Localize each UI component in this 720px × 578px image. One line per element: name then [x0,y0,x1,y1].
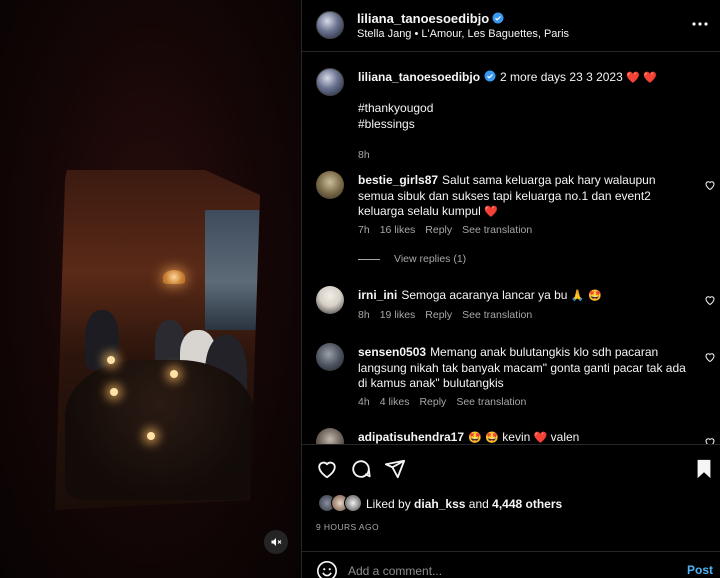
dining-table [65,360,255,500]
reply-button[interactable]: Reply [425,224,452,236]
comment-body: kevin [502,430,531,444]
candle [107,356,115,364]
comment-username[interactable]: adipatisuhendra17 [358,430,464,444]
comment-username[interactable]: bestie_girls87 [358,173,438,187]
comment-text: irni_ini Semoga acaranya lancar ya bu 🙏 🤩 [358,288,693,304]
view-replies-button[interactable]: View replies (1) [358,253,466,265]
comment-item: adipatisuhendra17 🤩 🤩 kevin ❤️ valen [302,428,720,444]
mute-icon [271,538,282,546]
comment-emoji: 🤩 🤩 [468,431,499,444]
comment-likes[interactable]: 4 likes [380,396,410,408]
comment-meta: 7h 16 likes Reply See translation [358,224,532,236]
post-panel: liliana_tanoesoedibjo Stella Jang • L'Am… [301,0,720,578]
comment-body: Semoga acaranya lancar ya bu [401,288,568,302]
see-translation-button[interactable]: See translation [462,224,532,236]
comment-likes[interactable]: 16 likes [380,224,416,236]
comment-username[interactable]: irni_ini [358,288,397,302]
header-username[interactable]: liliana_tanoesoedibjo [357,11,489,26]
post-button[interactable]: Post [687,563,713,577]
liked-by-user[interactable]: diah_kss [414,497,465,511]
post-timestamp: 9 HOURS AGO [316,522,379,532]
comment-username[interactable]: sensen0503 [358,345,426,359]
like-comment-icon[interactable] [704,294,716,306]
comment-text: bestie_girls87 Salut sama keluarga pak ha… [358,173,693,220]
caption-username[interactable]: liliana_tanoesoedibjo [358,70,480,84]
liked-by-prefix: Liked by [366,497,411,511]
avatar [344,494,362,512]
candle [170,370,178,378]
hashtag-link[interactable]: #blessings [358,117,415,131]
likes-count[interactable]: 4,448 others [492,497,562,511]
caption-text: liliana_tanoesoedibjo 2 more days 23 3 20… [358,70,693,132]
comments-list[interactable]: liliana_tanoesoedibjo 2 more days 23 3 20… [302,53,720,444]
comment-icon[interactable] [350,458,372,480]
candle [147,432,155,440]
avatar[interactable] [316,343,344,371]
reply-button[interactable]: Reply [425,309,452,321]
see-translation-button[interactable]: See translation [456,396,526,408]
avatar[interactable] [316,171,344,199]
comment-likes[interactable]: 19 likes [380,309,416,321]
comment-time: 8h [358,309,370,321]
more-icon [692,22,708,26]
bookmark-icon[interactable] [693,458,715,480]
caption-body: 2 more days 23 3 2023 [500,70,623,84]
verified-icon [492,12,504,24]
liked-by-connector: and [468,497,489,511]
caption: liliana_tanoesoedibjo 2 more days 23 3 20… [302,65,720,161]
avatar[interactable] [316,428,344,444]
liked-by-text: Liked by diah_kss and 4,448 others [366,497,562,511]
view-replies-label: View replies (1) [394,253,467,265]
avatar[interactable] [316,286,344,314]
share-icon[interactable] [384,458,406,480]
header-username-row: liliana_tanoesoedibjo [357,10,504,28]
candle [110,388,118,396]
comment-emoji: 🙏 🤩 [570,289,602,302]
video-frame[interactable] [55,170,260,510]
comment-emoji: ❤️ [533,431,548,444]
post-media[interactable] [0,0,301,578]
comment-meta: 4h 4 likes Reply See translation [358,396,526,408]
verified-icon [484,70,496,82]
liked-by-avatars[interactable] [318,494,366,512]
comment-item: sensen0503 Memang anak bulutangkis klo sd… [302,343,720,413]
comment-body: valen [550,430,580,444]
heart-icon[interactable] [316,458,338,480]
like-comment-icon[interactable] [704,179,716,191]
location-link[interactable]: Stella Jang • L'Amour, Les Baguettes, Pa… [357,28,569,40]
post-header: liliana_tanoesoedibjo Stella Jang • L'Am… [302,0,720,52]
comment-time: 4h [358,396,370,408]
comment-input[interactable] [348,562,668,578]
hashtag-link[interactable]: #thankyougod [358,101,433,115]
comment-text: sensen0503 Memang anak bulutangkis klo sd… [358,345,693,392]
emoji-icon[interactable] [316,560,338,578]
comment-bar: Post [302,551,720,578]
post-actions: Liked by diah_kss and 4,448 others 9 HOU… [302,444,720,578]
comment-emoji: ❤️ [484,205,498,218]
like-comment-icon[interactable] [704,436,716,444]
mute-button[interactable] [264,530,288,554]
avatar[interactable] [316,11,344,39]
comment-meta: 8h 19 likes Reply See translation [358,309,532,321]
wall-lamp [163,270,185,284]
caption-hearts: ❤️ ❤️ [626,71,658,84]
restaurant-window [205,210,260,330]
avatar[interactable] [316,68,344,96]
caption-time: 8h [358,149,370,161]
caption-meta: 8h [358,149,370,161]
reply-button[interactable]: Reply [419,396,446,408]
replies-divider [358,258,380,260]
comment-text: adipatisuhendra17 🤩 🤩 kevin ❤️ valen [358,430,693,444]
more-options-button[interactable] [689,13,711,35]
see-translation-button[interactable]: See translation [462,309,532,321]
like-comment-icon[interactable] [704,351,716,363]
comment-time: 7h [358,224,370,236]
comment-item: irni_ini Semoga acaranya lancar ya bu 🙏 🤩… [302,286,720,326]
